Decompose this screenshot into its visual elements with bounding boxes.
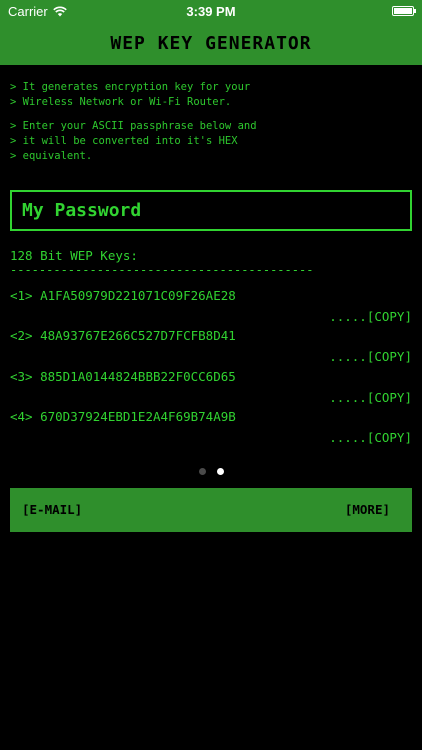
wep-key-1: <1> A1FA50979D221071C09F26AE28 <box>10 288 236 303</box>
page-dot-active[interactable] <box>216 468 224 475</box>
intro-description: > It generates encryption key for your >… <box>10 80 410 173</box>
battery-icon <box>392 6 416 16</box>
passphrase-field[interactable] <box>10 190 412 231</box>
intro-line: > Enter your ASCII passphrase below and <box>10 120 257 132</box>
copy-key-4-button[interactable]: .....[COPY] <box>329 430 412 445</box>
intro-line: > It generates encryption key for your <box>10 81 251 93</box>
key-row: <1> A1FA50979D221071C09F26AE28 .....[COP… <box>10 288 412 328</box>
wep-key-4: <4> 670D37924EBD1E2A4F69B74A9B <box>10 409 236 424</box>
intro-line: > it will be converted into it's HEX <box>10 135 238 147</box>
nav-header: WEP KEY GENERATOR <box>0 22 422 65</box>
page-dot[interactable] <box>198 468 206 475</box>
wep-key-2: <2> 48A93767E266C527D7FCFB8D41 <box>10 328 236 343</box>
bottom-action-bar: [E-MAIL] [MORE] <box>10 488 412 532</box>
copy-key-2-button[interactable]: .....[COPY] <box>329 349 412 364</box>
status-time: 3:39 PM <box>186 4 236 19</box>
status-bar: Carrier 3:39 PM <box>0 0 422 22</box>
intro-line: > Wireless Network or Wi-Fi Router. <box>10 96 232 108</box>
email-button[interactable]: [E-MAIL] <box>22 502 82 517</box>
passphrase-input[interactable] <box>22 200 402 221</box>
keys-heading: 128 Bit WEP Keys: <box>10 248 138 263</box>
key-row: <2> 48A93767E266C527D7FCFB8D41 .....[COP… <box>10 328 412 368</box>
copy-key-1-button[interactable]: .....[COPY] <box>329 309 412 324</box>
copy-key-3-button[interactable]: .....[COPY] <box>329 390 412 405</box>
keys-divider: ----------------------------------------… <box>10 263 314 277</box>
intro-paragraph-2: > Enter your ASCII passphrase below and … <box>10 119 410 164</box>
key-row: <4> 670D37924EBD1E2A4F69B74A9B .....[COP… <box>10 409 412 449</box>
wep-key-3: <3> 885D1A0144824BBB22F0CC6D65 <box>10 369 236 384</box>
intro-line: > equivalent. <box>10 150 93 162</box>
key-row: <3> 885D1A0144824BBB22F0CC6D65 .....[COP… <box>10 369 412 409</box>
more-button[interactable]: [MORE] <box>345 502 390 517</box>
page-title: WEP KEY GENERATOR <box>110 33 312 54</box>
page-indicator[interactable] <box>0 468 422 475</box>
intro-paragraph-1: > It generates encryption key for your >… <box>10 80 410 110</box>
